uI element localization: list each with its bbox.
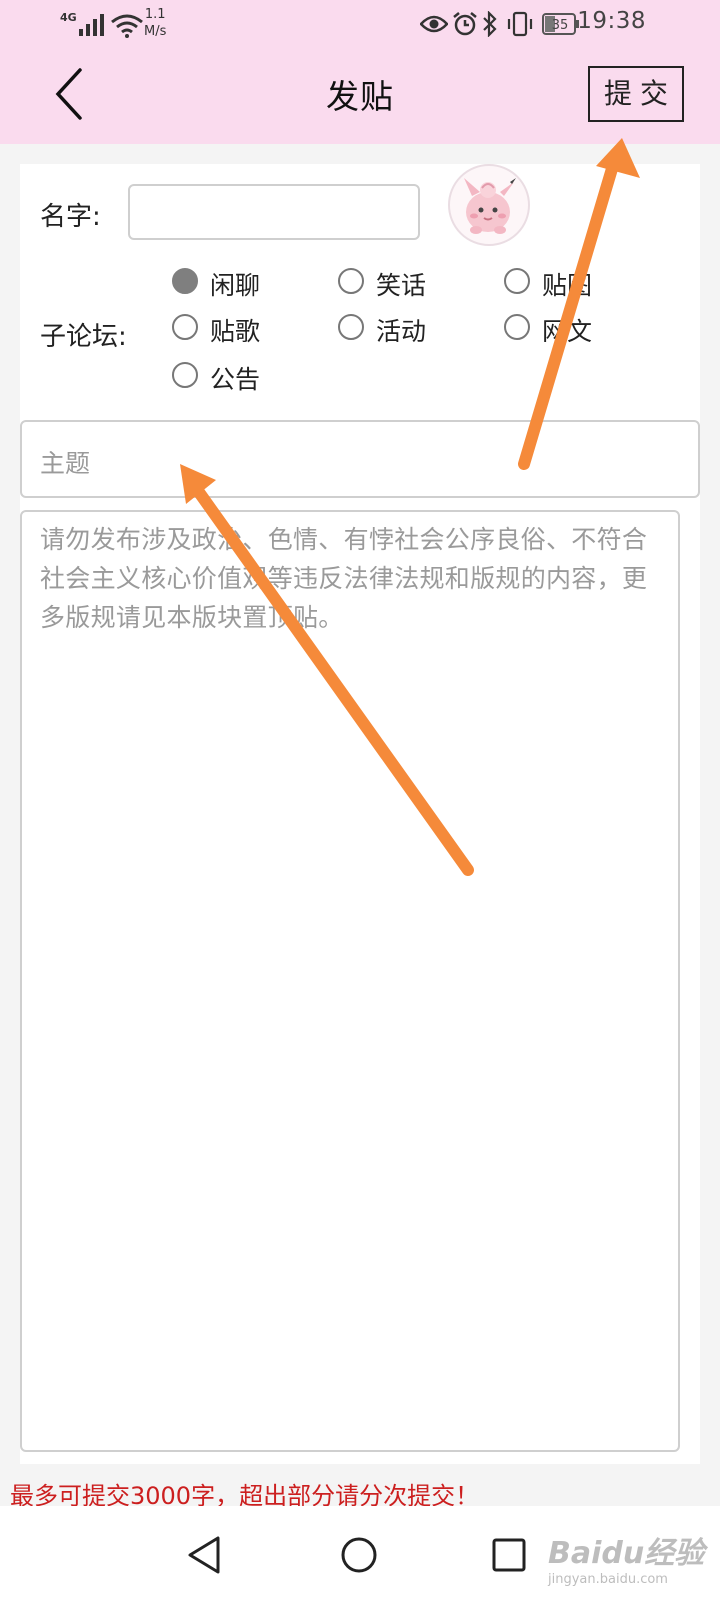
nav-home-icon[interactable]	[334, 1530, 384, 1580]
radio-label: 网文	[542, 317, 593, 346]
radio-icon	[338, 268, 364, 294]
eye-icon	[420, 15, 448, 33]
app-header: 4G 1.1 M/s 35 19:38 发贴 提交	[0, 0, 720, 144]
signal-icon	[79, 14, 104, 36]
radio-selected-icon	[172, 268, 198, 294]
content-textarea[interactable]: 请勿发布涉及政治、色情、有悖社会公序良俗、不符合社会主义核心价值观等违反法律法规…	[20, 510, 680, 1452]
alarm-icon	[453, 12, 477, 36]
avatar[interactable]	[448, 164, 530, 246]
battery-icon: 35	[542, 13, 579, 35]
radio-icon	[172, 314, 198, 340]
wifi-icon	[111, 14, 143, 38]
battery-level: 35	[552, 18, 569, 33]
watermark: Baidu经验 jingyan.baidu.com	[548, 1518, 718, 1598]
network-type: 4G	[60, 11, 77, 24]
radio-label: 贴图	[542, 271, 593, 300]
nav-recents-icon[interactable]	[484, 1530, 534, 1580]
submit-button[interactable]: 提交	[588, 66, 684, 122]
status-bar: 4G 1.1 M/s 35 19:38	[0, 0, 720, 50]
name-input[interactable]	[128, 184, 420, 240]
subforum-label: 子论坛:	[40, 322, 127, 352]
topic-input[interactable]: 主题	[20, 420, 700, 498]
radio-icon	[504, 268, 530, 294]
post-form: 名字: 子论坛: 闲聊 笑话 贴图 贴歌 活动 网文 公告 主题 请勿发布涉及政…	[20, 164, 700, 1464]
watermark-text: Baidu经验	[548, 1536, 705, 1571]
radio-icon	[504, 314, 530, 340]
watermark-subtext: jingyan.baidu.com	[548, 1572, 668, 1587]
radio-label: 活动	[376, 317, 427, 346]
speed-value: 1.1	[144, 7, 166, 22]
name-label: 名字:	[40, 202, 101, 232]
vibrate-icon	[507, 11, 533, 37]
radio-label: 闲聊	[210, 271, 261, 300]
radio-icon	[338, 314, 364, 340]
avatar-image	[464, 178, 516, 234]
network-speed: 1.1 M/s	[144, 6, 166, 40]
nav-back-icon[interactable]	[182, 1530, 232, 1580]
radio-label: 公告	[210, 365, 261, 394]
bluetooth-icon	[483, 11, 497, 37]
radio-icon	[172, 362, 198, 388]
clock: 19:38	[577, 8, 646, 34]
radio-label: 笑话	[376, 271, 427, 300]
radio-label: 贴歌	[210, 317, 261, 346]
system-nav-bar: Baidu经验 jingyan.baidu.com	[0, 1506, 720, 1600]
speed-unit: M/s	[144, 24, 167, 39]
